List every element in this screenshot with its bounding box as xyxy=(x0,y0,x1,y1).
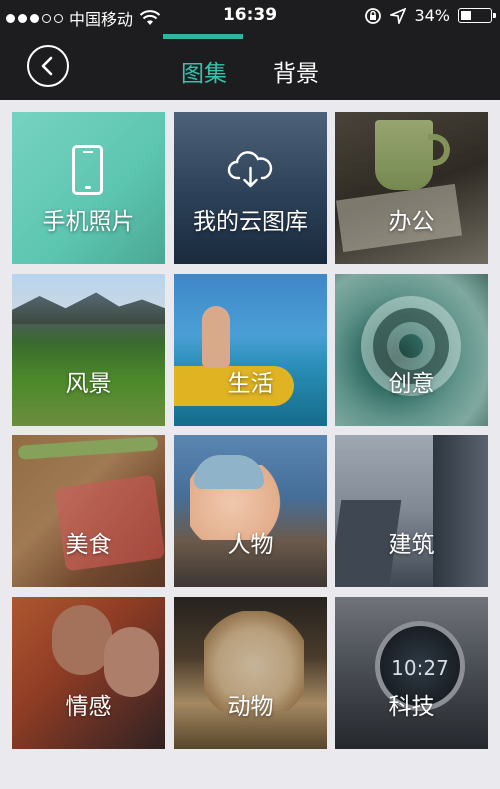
category-tile-cloud-gallery[interactable]: 我的云图库 xyxy=(174,112,327,264)
category-label: 建筑 xyxy=(388,532,435,558)
cloud-download-icon xyxy=(227,151,273,188)
category-tile-office[interactable]: 办公 xyxy=(335,112,488,264)
category-label: 科技 xyxy=(388,694,435,720)
tab-gallery[interactable]: 图集 xyxy=(181,54,227,88)
tile-shade xyxy=(335,112,488,264)
category-label: 人物 xyxy=(227,532,274,558)
category-tile-people[interactable]: 人物 xyxy=(174,435,327,587)
category-tile-food[interactable]: 美食 xyxy=(12,435,165,587)
category-label: 办公 xyxy=(388,209,435,235)
category-tile-life[interactable]: 生活 xyxy=(174,274,327,426)
category-label: 动物 xyxy=(227,694,274,720)
rotation-lock-icon xyxy=(365,7,382,24)
back-button[interactable] xyxy=(27,45,69,87)
status-bar: 中国移动 16:39 34% xyxy=(0,0,500,34)
nav-bar: 图集 背景 xyxy=(0,34,500,100)
category-label: 我的云图库 xyxy=(193,209,308,235)
tile-shade xyxy=(174,597,327,749)
watch-time: 10:27 xyxy=(391,656,449,680)
battery-icon xyxy=(458,8,496,23)
category-label: 风景 xyxy=(65,371,112,397)
person-image xyxy=(202,306,230,368)
category-tile-animal[interactable]: 动物 xyxy=(174,597,327,749)
category-label: 美食 xyxy=(65,532,112,558)
category-label: 创意 xyxy=(388,371,435,397)
category-tile-phone-photos[interactable]: 手机照片 xyxy=(12,112,165,264)
battery-fill xyxy=(461,11,471,20)
category-tile-creative[interactable]: 创意 xyxy=(335,274,488,426)
tab-background[interactable]: 背景 xyxy=(273,54,319,88)
battery-percent: 34% xyxy=(414,6,450,25)
chevron-left-icon xyxy=(41,56,53,76)
category-label: 生活 xyxy=(227,371,274,397)
category-label: 情感 xyxy=(65,694,112,720)
category-tile-scenery[interactable]: 风景 xyxy=(12,274,165,426)
location-arrow-icon xyxy=(390,7,407,24)
category-tile-emotion[interactable]: 情感 xyxy=(12,597,165,749)
phone-icon xyxy=(72,145,103,195)
status-right: 34% xyxy=(364,6,496,25)
active-tab-indicator xyxy=(163,34,243,39)
category-tile-architecture[interactable]: 建筑 xyxy=(335,435,488,587)
tile-shade xyxy=(12,597,165,749)
knit-hat-image xyxy=(194,455,264,489)
category-label: 手机照片 xyxy=(42,209,135,235)
category-tile-technology[interactable]: 10:27 科技 xyxy=(335,597,488,749)
tile-shade xyxy=(12,435,165,587)
skyscraper-image xyxy=(433,435,488,587)
